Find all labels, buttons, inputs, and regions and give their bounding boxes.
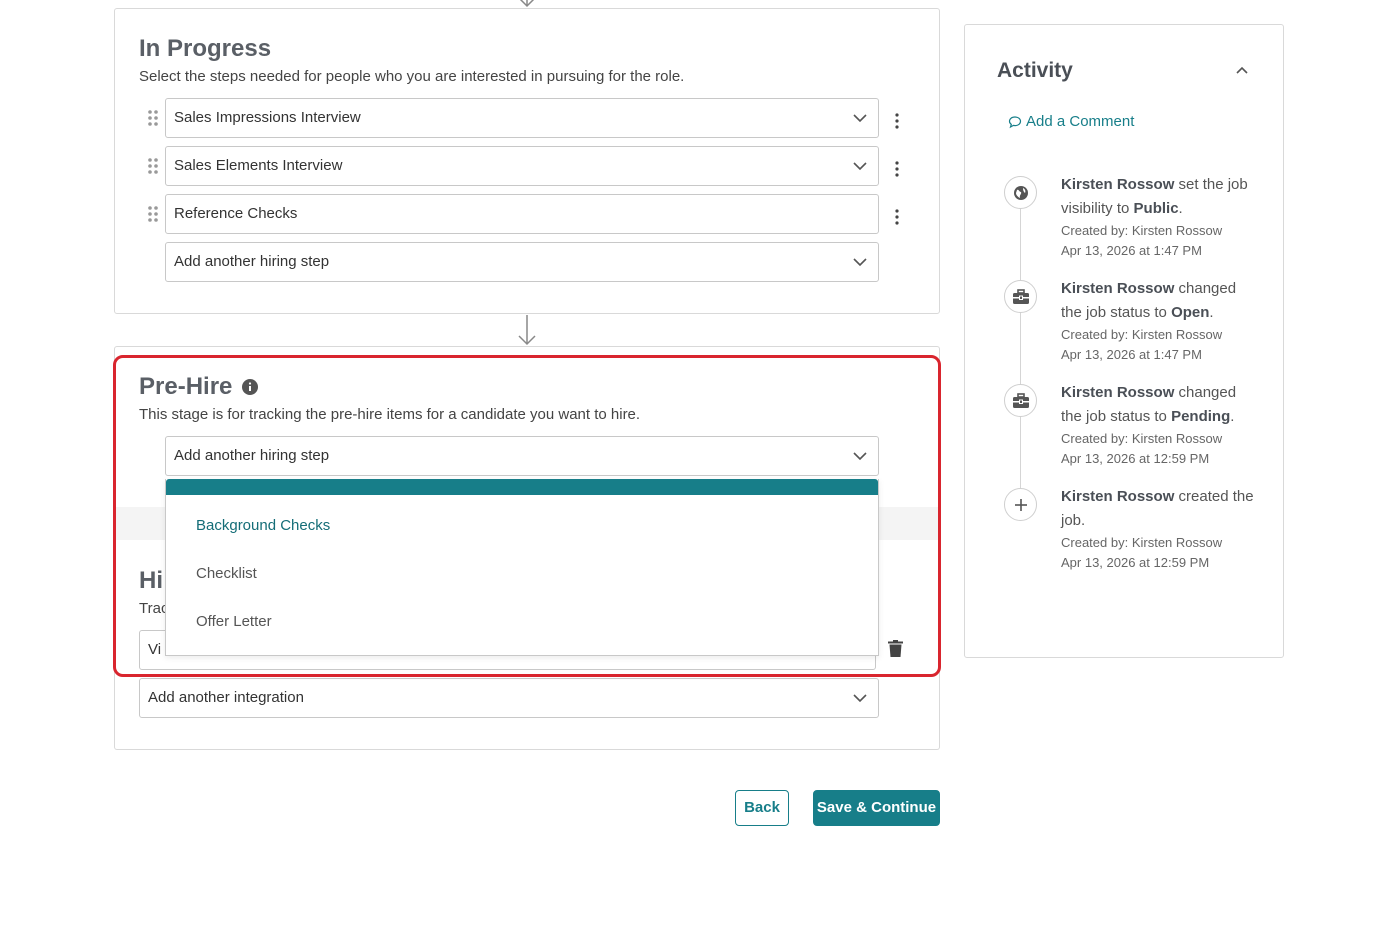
timeline-line (1020, 192, 1021, 504)
in-progress-title: In Progress (139, 35, 272, 62)
activity-entry: Kirsten Rossow changed the job status to… (1061, 277, 1261, 365)
hiring-step-value: Reference Checks (174, 205, 298, 222)
chevron-up-icon[interactable] (1234, 62, 1250, 78)
activity-created-by: Created by: Kirsten Rossow (1061, 223, 1223, 238)
chevron-down-icon (853, 694, 867, 703)
activity-created-by: Created by: Kirsten Rossow (1061, 327, 1223, 342)
in-progress-description: Select the steps needed for people who y… (139, 68, 685, 85)
activity-entry: Kirsten Rossow changed the job status to… (1061, 381, 1261, 469)
activity-value: Open (1171, 304, 1210, 321)
chevron-down-icon (853, 452, 867, 461)
comment-icon (1008, 115, 1022, 128)
activity-value: Public (1133, 200, 1179, 217)
add-comment-label: Add a Comment (1026, 113, 1135, 130)
more-options-icon[interactable] (894, 113, 900, 129)
pre-hire-step-placeholder: Add another hiring step (174, 447, 330, 464)
activity-timestamp: Apr 13, 2026 at 1:47 PM (1061, 347, 1202, 362)
hiring-step-value: Sales Elements Interview (174, 157, 343, 174)
activity-timestamp: Apr 13, 2026 at 12:59 PM (1061, 451, 1210, 466)
globe-icon (1013, 185, 1028, 200)
activity-timestamp: Apr 13, 2026 at 12:59 PM (1061, 555, 1210, 570)
hiring-step-select[interactable]: Sales Elements Interview (165, 146, 879, 186)
activity-end: . (1209, 304, 1214, 321)
activity-message: Kirsten Rossow created the job. (1061, 485, 1261, 533)
pre-hire-title: Pre-Hire (139, 373, 233, 400)
add-comment-link[interactable]: Add a Comment (1008, 113, 1134, 130)
activity-value: Pending (1171, 408, 1231, 425)
chevron-down-icon (853, 162, 867, 171)
more-options-icon[interactable] (894, 209, 900, 225)
back-button[interactable]: Back (735, 790, 789, 826)
trash-icon[interactable] (888, 640, 903, 657)
activity-end: . (1178, 200, 1183, 217)
activity-actor: Kirsten Rossow (1061, 176, 1175, 193)
activity-created-by: Created by: Kirsten Rossow (1061, 535, 1223, 550)
dropdown-option-background-checks[interactable]: Background Checks (196, 517, 330, 534)
add-integration-select[interactable]: Add another integration (139, 678, 879, 718)
info-icon[interactable] (242, 379, 258, 395)
chevron-down-icon (853, 258, 867, 267)
timeline-icon (1004, 280, 1037, 313)
hired-title: Hi (139, 567, 163, 594)
drag-handle-icon[interactable] (146, 158, 160, 174)
add-integration-placeholder: Add another integration (148, 689, 304, 706)
activity-message: Kirsten Rossow changed the job status to… (1061, 277, 1261, 325)
hiring-step-value: Sales Impressions Interview (174, 109, 361, 126)
pre-hire-description: This stage is for tracking the pre-hire … (139, 406, 641, 423)
activity-end: . (1230, 408, 1235, 425)
activity-created-by: Created by: Kirsten Rossow (1061, 431, 1223, 446)
timeline-icon (1004, 488, 1037, 521)
timeline-icon (1004, 384, 1037, 417)
add-hiring-step-placeholder: Add another hiring step (174, 253, 330, 270)
briefcase-icon (1012, 289, 1029, 304)
more-options-icon[interactable] (894, 161, 900, 177)
chevron-down-icon (853, 114, 867, 123)
dropdown-header-bar (166, 479, 878, 495)
activity-entry: Kirsten Rossow set the job visibility to… (1061, 173, 1261, 261)
drag-handle-icon[interactable] (146, 206, 160, 222)
arrow-down-icon (518, 315, 536, 346)
add-hiring-step-select[interactable]: Add another hiring step (165, 242, 879, 282)
briefcase-icon (1012, 393, 1029, 408)
activity-entry: Kirsten Rossow created the job. Created … (1061, 485, 1261, 573)
activity-message: Kirsten Rossow set the job visibility to… (1061, 173, 1261, 221)
activity-title: Activity (997, 59, 1073, 82)
activity-timestamp: Apr 13, 2026 at 1:47 PM (1061, 243, 1202, 258)
hiring-step-dropdown: Background Checks Checklist Offer Letter (165, 479, 879, 656)
activity-actor: Kirsten Rossow (1061, 280, 1175, 297)
save-continue-button[interactable]: Save & Continue (813, 790, 940, 826)
hiring-step-select[interactable]: Sales Impressions Interview (165, 98, 879, 138)
integration-value: Vi (148, 641, 162, 658)
activity-actor: Kirsten Rossow (1061, 488, 1175, 505)
plus-icon (1014, 498, 1027, 511)
pre-hire-step-select[interactable]: Add another hiring step (165, 436, 879, 476)
timeline-icon (1004, 176, 1037, 209)
drag-handle-icon[interactable] (146, 110, 160, 126)
dropdown-option-checklist[interactable]: Checklist (196, 565, 257, 582)
dropdown-option-offer-letter[interactable]: Offer Letter (196, 613, 272, 630)
activity-message: Kirsten Rossow changed the job status to… (1061, 381, 1261, 429)
hiring-step-field[interactable]: Reference Checks (165, 194, 879, 234)
activity-actor: Kirsten Rossow (1061, 384, 1175, 401)
